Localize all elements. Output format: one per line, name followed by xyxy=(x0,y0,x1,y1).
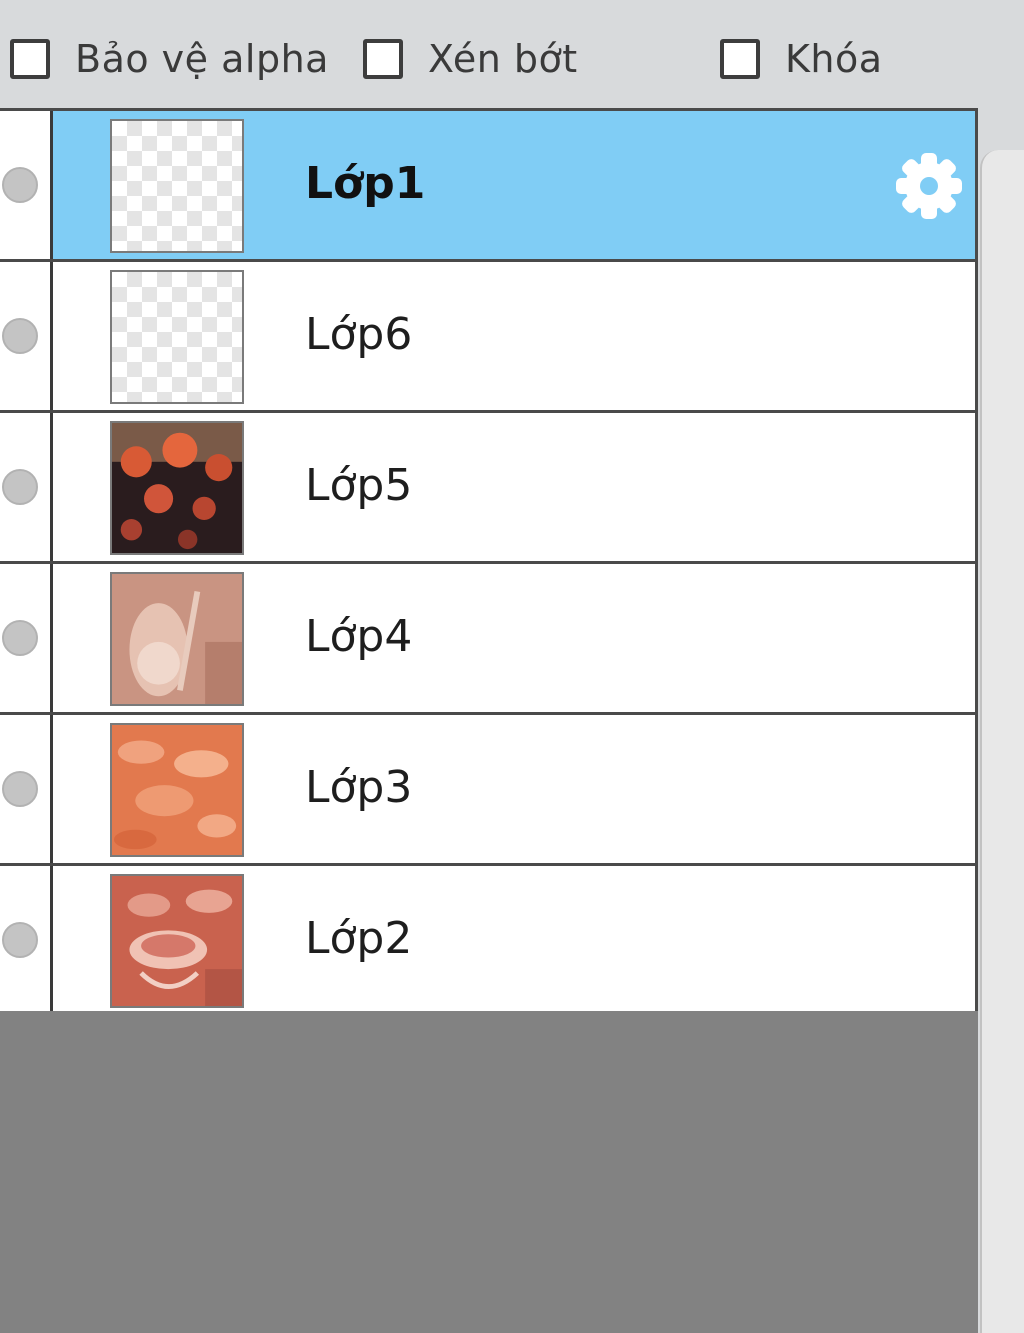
gear-icon[interactable] xyxy=(893,150,965,222)
visibility-column xyxy=(0,111,53,259)
peach-shoes-image xyxy=(112,574,242,704)
layer-row[interactable]: Lớp3 xyxy=(0,715,975,866)
alpha-protect-option[interactable]: Bảo vệ alpha xyxy=(10,34,329,84)
visibility-column xyxy=(0,715,53,863)
layer-thumbnail xyxy=(110,572,244,706)
visibility-toggle[interactable] xyxy=(2,318,38,354)
coral-teacups-image xyxy=(112,876,242,1006)
visibility-toggle[interactable] xyxy=(2,167,38,203)
layer-thumbnail xyxy=(110,119,244,253)
layer-list: Lớp1 Lớp6 Lớp5 Lớp4 Lớp3 Lớp2 xyxy=(0,108,978,1017)
visibility-column xyxy=(0,413,53,561)
visibility-toggle[interactable] xyxy=(2,922,38,958)
layer-thumbnail xyxy=(110,723,244,857)
clip-label: Xén bớt xyxy=(428,37,578,81)
visibility-column xyxy=(0,564,53,712)
layer-thumbnail xyxy=(110,874,244,1008)
layer-row[interactable]: Lớp6 xyxy=(0,262,975,413)
layer-name: Lớp1 xyxy=(305,158,426,209)
layer-row[interactable]: Lớp1 xyxy=(0,111,975,262)
layer-options-bar: Bảo vệ alpha Xén bớt Khóa xyxy=(0,0,1024,110)
layer-row[interactable]: Lớp2 xyxy=(0,866,975,1017)
visibility-toggle[interactable] xyxy=(2,771,38,807)
visibility-column xyxy=(0,866,53,1017)
layer-name: Lớp4 xyxy=(305,611,413,662)
visibility-toggle[interactable] xyxy=(2,469,38,505)
lock-checkbox[interactable] xyxy=(720,39,760,79)
dark-flowers-image xyxy=(112,423,242,553)
layer-thumbnail xyxy=(110,421,244,555)
layer-row[interactable]: Lớp5 xyxy=(0,413,975,564)
alpha-protect-label: Bảo vệ alpha xyxy=(75,37,329,81)
lock-option[interactable]: Khóa xyxy=(720,34,883,84)
visibility-toggle[interactable] xyxy=(2,620,38,656)
orange-petals-image xyxy=(112,725,242,855)
lock-label: Khóa xyxy=(785,37,883,81)
visibility-column xyxy=(0,262,53,410)
layer-row[interactable]: Lớp4 xyxy=(0,564,975,715)
alpha-protect-checkbox[interactable] xyxy=(10,39,50,79)
layer-list-empty-area xyxy=(0,1011,978,1333)
layer-thumbnail xyxy=(110,270,244,404)
layer-name: Lớp5 xyxy=(305,460,413,511)
clip-option[interactable]: Xén bớt xyxy=(363,34,578,84)
layer-name: Lớp3 xyxy=(305,762,413,813)
clip-checkbox[interactable] xyxy=(363,39,403,79)
scrollbar-track[interactable] xyxy=(980,150,1024,1333)
layer-name: Lớp6 xyxy=(305,309,413,360)
layer-name: Lớp2 xyxy=(305,913,413,964)
